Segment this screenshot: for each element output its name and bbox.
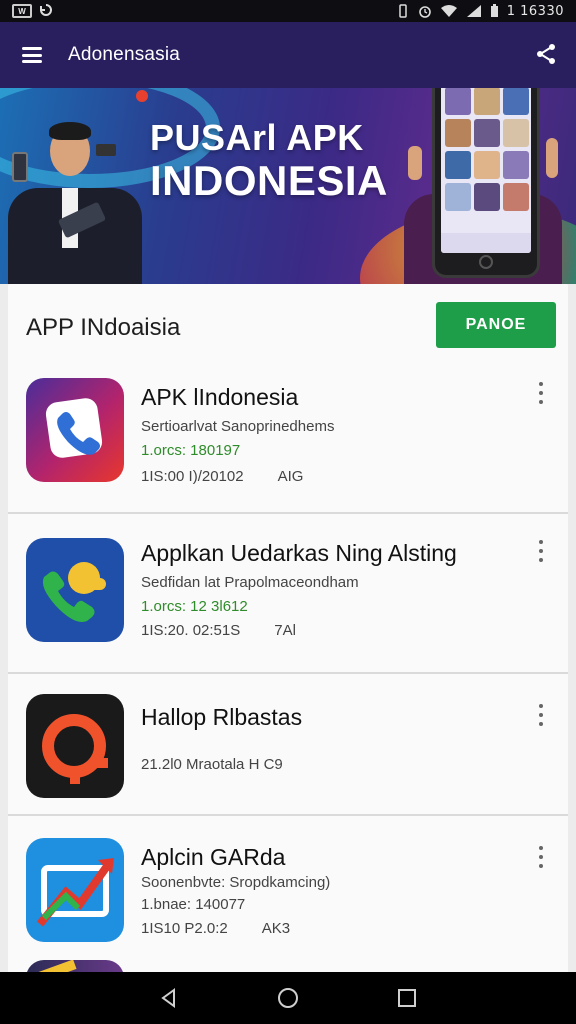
system-nav-bar [0, 972, 576, 1024]
app-name: Aplcin GARda [141, 844, 286, 870]
recents-icon[interactable] [396, 987, 418, 1009]
app-list-item[interactable]: Hallop Rlbastas 21.2l0 Mraotala H C9 [8, 674, 568, 816]
phone-screen [441, 88, 531, 253]
sync-icon [40, 4, 52, 16]
more-vert-icon[interactable] [538, 704, 544, 726]
menu-icon[interactable] [22, 47, 42, 63]
app-bar: Adonensasia [0, 22, 576, 88]
vibrate-icon [398, 4, 407, 18]
share-icon[interactable] [534, 42, 558, 66]
app-meta: 1IS:20. 02:51S 7Al [141, 622, 296, 639]
home-icon[interactable] [277, 987, 299, 1009]
phone-mockup [432, 88, 540, 278]
app-icon [26, 838, 124, 942]
banner-title: PUSArl APK INDONESIA [150, 118, 388, 204]
wifi-icon [440, 5, 457, 17]
app-size: AIG [277, 468, 304, 485]
more-vert-icon[interactable] [538, 382, 544, 404]
more-vert-icon[interactable] [538, 846, 544, 868]
app-date: 1IS:20. 02:51S [141, 622, 241, 639]
app-subtitle: Sedfidan lat Prapolmaceondham [141, 574, 359, 591]
banner-title-line2: INDONESIA [150, 157, 388, 204]
app-list-item[interactable]: Applkan Uedarkas Ning Alsting Sedfidan l… [8, 514, 568, 674]
app-downloads: 1.orcs: 180197 [141, 442, 241, 459]
back-icon[interactable] [158, 987, 180, 1009]
app-size: 7Al [274, 622, 296, 639]
promo-banner[interactable]: PUSArl APK INDONESIA [0, 88, 576, 284]
install-button[interactable]: PANOE [436, 302, 556, 348]
app-icon [26, 694, 124, 798]
battery-icon [490, 4, 498, 17]
app-list-item[interactable]: APK lIndonesia Sertioarlvat Sanoprinedhe… [8, 368, 568, 514]
app-name: APK lIndonesia [141, 384, 299, 410]
app-downloads: 1.bnae: 140077 [141, 896, 246, 913]
phone-home-button [479, 255, 493, 269]
app-meta: 1IS:00 I)/20102 AIG [141, 468, 303, 485]
more-vert-icon[interactable] [538, 540, 544, 562]
banner-title-line1: PUSArl APK [150, 117, 364, 158]
app-size: AK3 [261, 920, 291, 937]
presenter-illustration-left [0, 118, 150, 284]
app-date: 1IS10 P2.0:2 [141, 920, 228, 937]
status-time: 1 16330 [506, 3, 564, 19]
app-list-card: APP INdoaisia PANOE APK lIndonesia Serti… [8, 284, 568, 984]
status-bar: W 1 16330 [0, 0, 576, 22]
notification-icon: W [12, 4, 32, 18]
app-title: Adonensasia [68, 44, 181, 65]
app-subtitle: Soonenbvte: Sropdkamcing) [141, 874, 331, 891]
app-icon [26, 378, 124, 482]
section-header: APP INdoaisia PANOE [8, 284, 568, 368]
app-date: 1IS:00 I)/20102 [141, 468, 244, 485]
app-downloads: 1.orcs: 12 3l612 [141, 598, 248, 615]
app-list-item[interactable]: Aplcin GARda Soonenbvte: Sropdkamcing) 1… [8, 816, 568, 964]
app-info: 21.2l0 Mraotala H C9 [141, 756, 283, 773]
app-subtitle: Sertioarlvat Sanoprinedhems [141, 418, 335, 435]
alarm-icon [418, 6, 431, 18]
app-name: Hallop Rlbastas [141, 704, 303, 730]
section-title: APP INdoaisia [26, 314, 181, 341]
app-name: Applkan Uedarkas Ning Alsting [141, 540, 457, 566]
decorative-dot [136, 90, 148, 102]
signal-icon [466, 5, 481, 17]
app-icon [26, 538, 124, 642]
app-meta: 1IS10 P2.0:2 AK3 [141, 920, 290, 937]
